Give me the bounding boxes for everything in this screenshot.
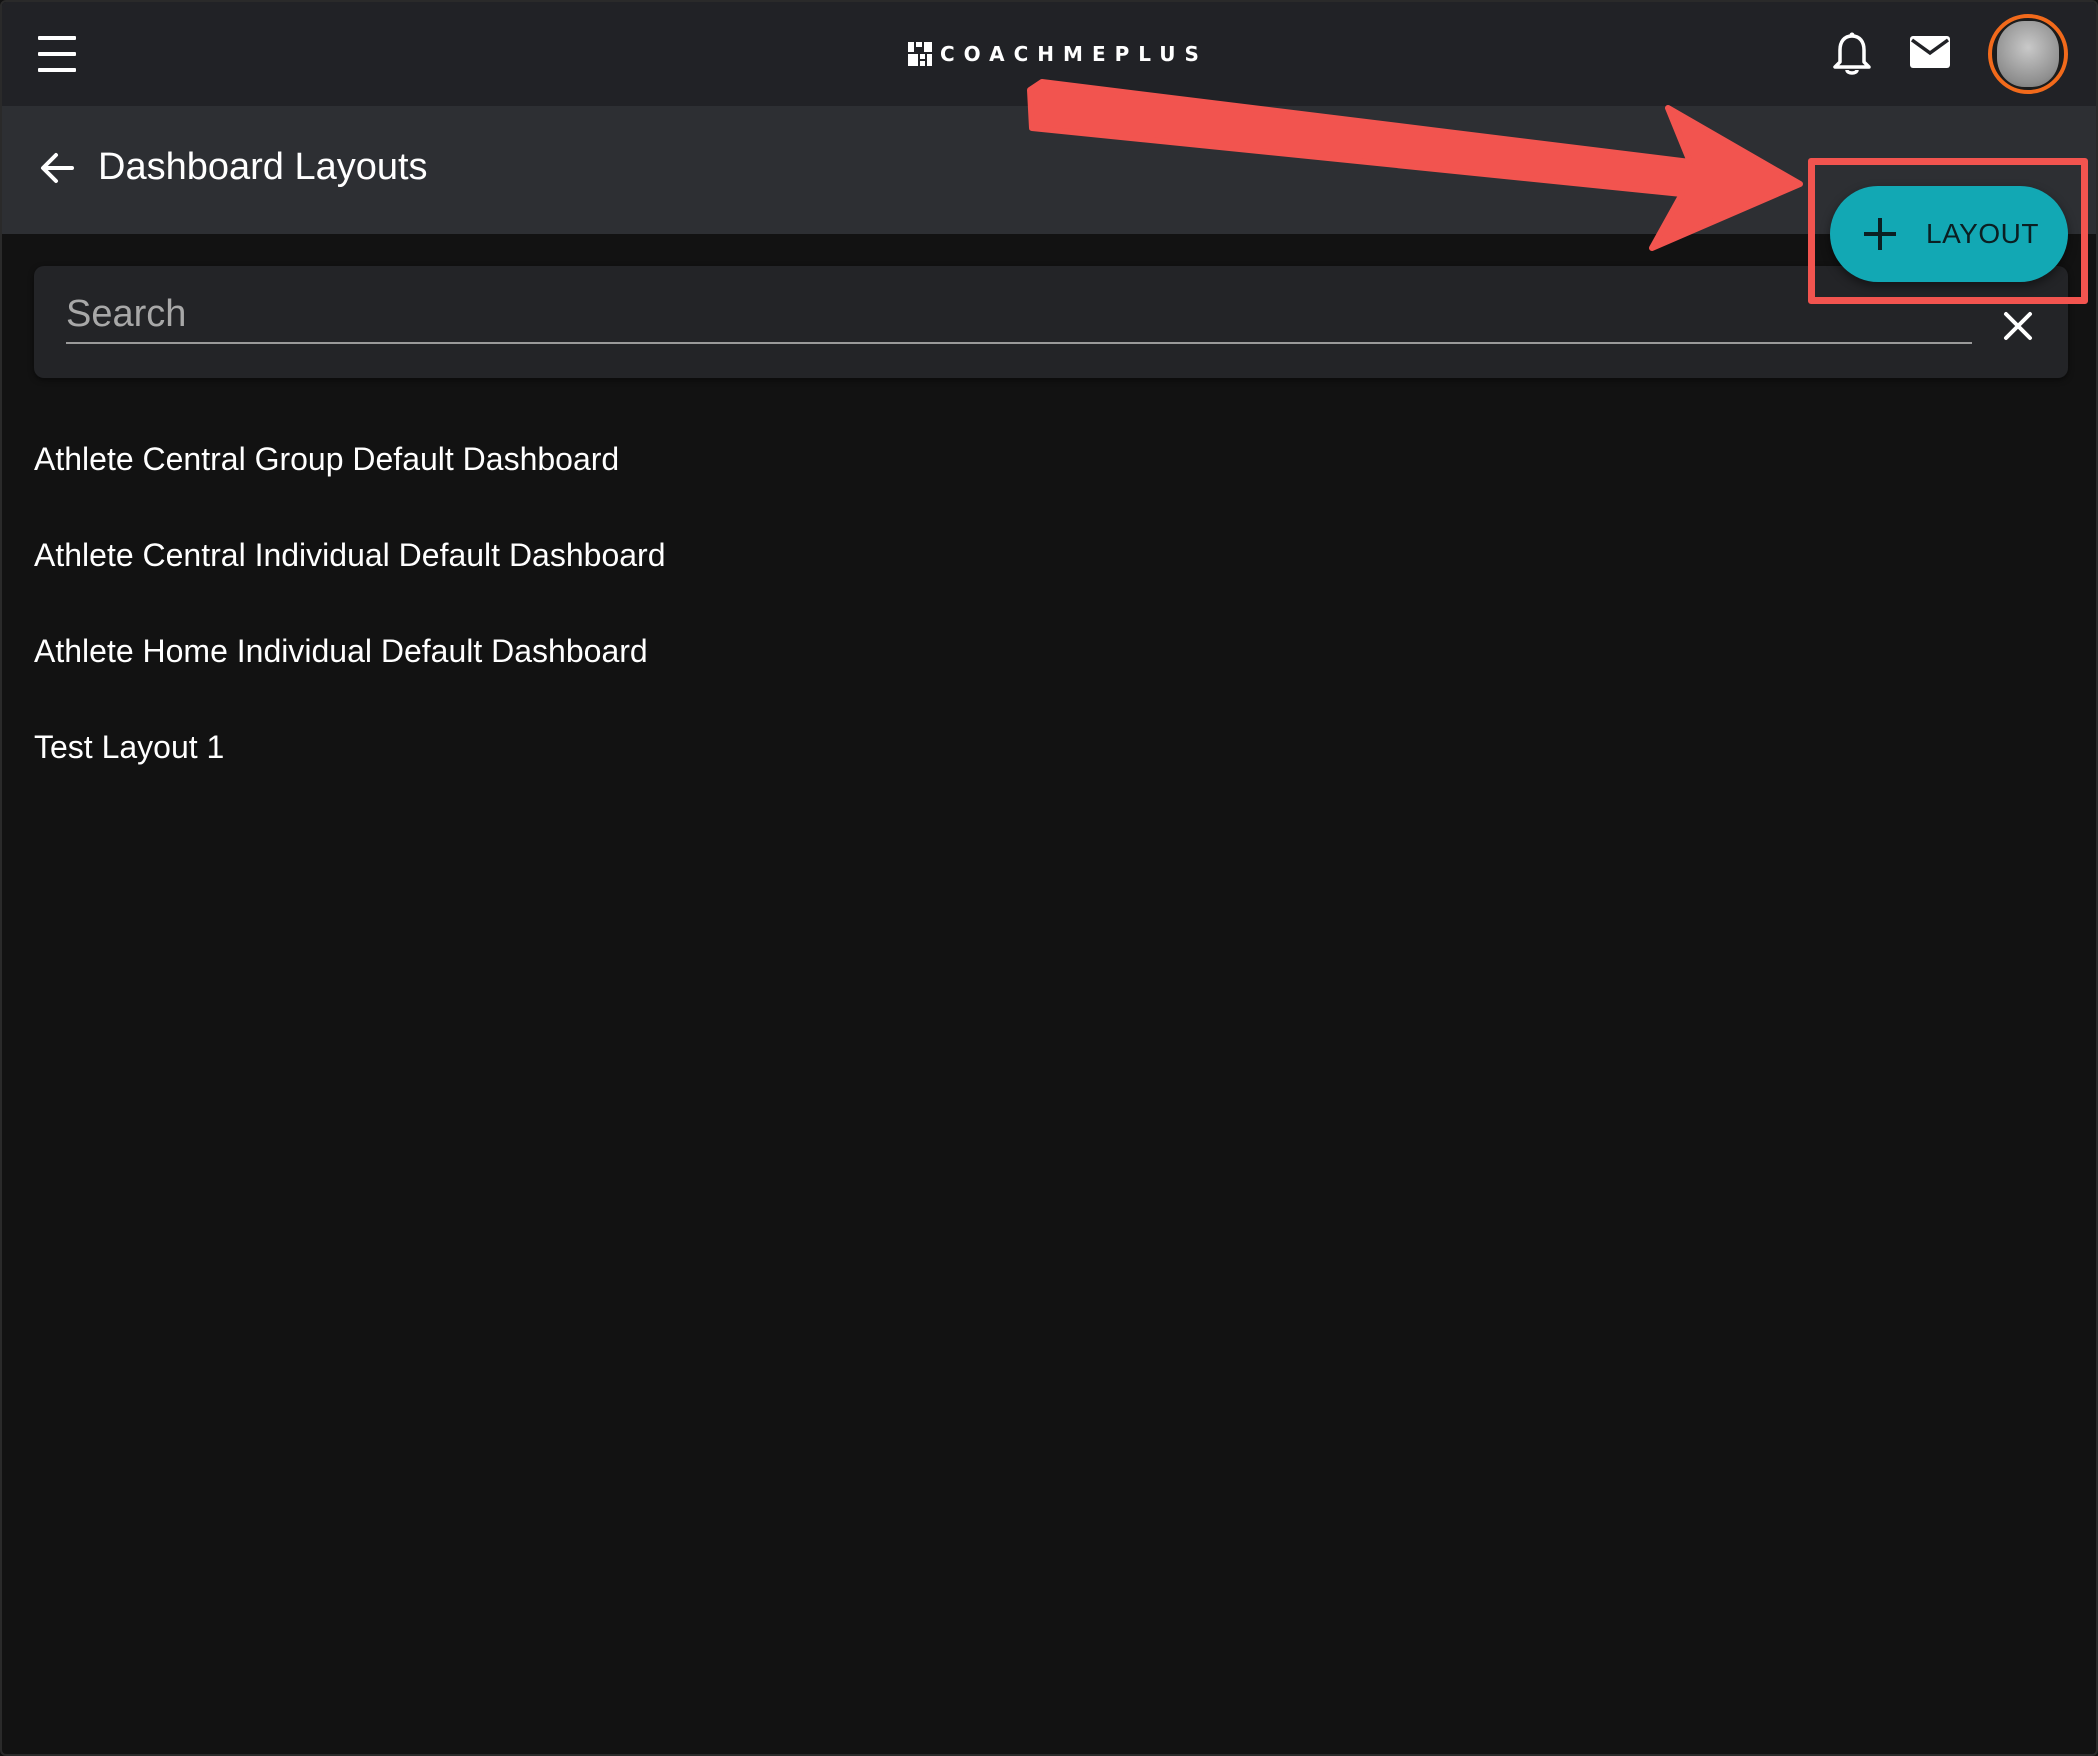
page-title: Dashboard Layouts xyxy=(98,146,428,188)
close-icon[interactable] xyxy=(1998,306,2038,346)
app-window: COACHMEPLUS Dashboard Layouts Athlete Ce… xyxy=(0,0,2098,1756)
brand-name: COACHMEPLUS xyxy=(940,42,1208,66)
add-layout-button[interactable]: LAYOUT xyxy=(1830,186,2068,282)
brand-mark-icon xyxy=(908,42,932,66)
plus-icon xyxy=(1864,218,1896,250)
list-item[interactable]: Test Layout 1 xyxy=(34,710,1234,806)
avatar[interactable] xyxy=(1988,14,2068,94)
list-item[interactable]: Athlete Central Group Default Dashboard xyxy=(34,422,1234,518)
avatar-image xyxy=(1997,21,2059,87)
app-bar: COACHMEPLUS xyxy=(2,2,2096,106)
layout-list: Athlete Central Group Default Dashboard … xyxy=(34,422,1234,806)
menu-icon[interactable] xyxy=(38,36,78,72)
search-input[interactable] xyxy=(66,286,1972,344)
arrow-left-icon[interactable] xyxy=(38,148,78,188)
mail-icon[interactable] xyxy=(1908,34,1952,72)
add-layout-label: LAYOUT xyxy=(1926,218,2039,249)
list-item[interactable]: Athlete Home Individual Default Dashboar… xyxy=(34,614,1234,710)
brand-logo[interactable]: COACHMEPLUS xyxy=(908,40,1208,68)
list-item[interactable]: Athlete Central Individual Default Dashb… xyxy=(34,518,1234,614)
bell-icon[interactable] xyxy=(1830,32,1874,78)
search-card xyxy=(34,266,2068,378)
